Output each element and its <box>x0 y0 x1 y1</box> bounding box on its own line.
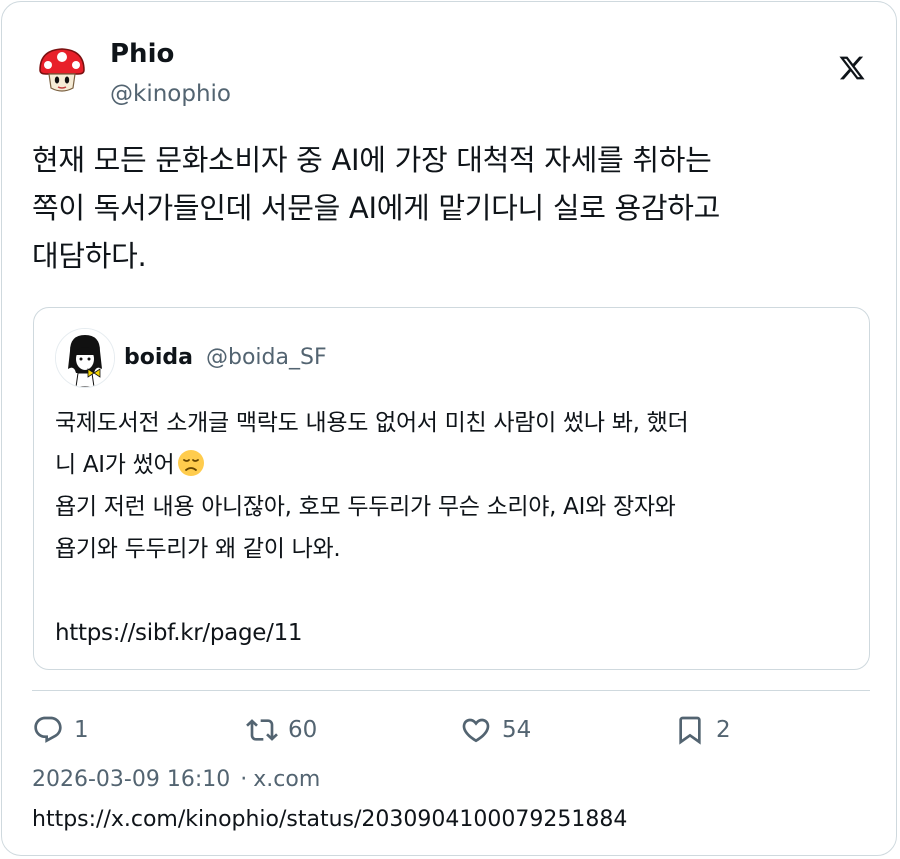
reply-icon <box>34 716 62 743</box>
tweet-text: 현재 모든 문화소비자 중 AI에 가장 대척적 자세를 취하는 쪽이 독서가들… <box>32 136 877 280</box>
timestamp[interactable]: 2026-03-09 16:10 <box>32 767 230 792</box>
reply-button[interactable]: 1 <box>32 710 89 750</box>
like-button[interactable]: 54 <box>460 710 531 750</box>
quote-line: 욥기와 두두리가 왜 같이 나와. <box>55 536 341 562</box>
tweet-card: Phio @kinophio 현재 모든 문화소비자 중 AI에 가장 대척적 … <box>1 1 897 856</box>
divider <box>32 690 870 691</box>
like-count: 54 <box>502 717 532 743</box>
quoted-tweet-text: 국제도서전 소개글 맥락도 내용도 없어서 미친 사람이 썼나 봐, 했더 니 … <box>55 402 855 654</box>
quote-line: 국제도서전 소개글 맥락도 내용도 없어서 미친 사람이 썼나 봐, 했더 <box>55 410 689 436</box>
quoted-author-avatar[interactable] <box>55 328 115 388</box>
quote-line <box>55 570 855 612</box>
quote-line: 니 AI가 썼어 <box>55 444 855 486</box>
tweet-line: 쪽이 독서가들인데 서문을 AI에게 맡기다니 실로 용감하고 <box>32 191 721 225</box>
repost-count: 60 <box>288 717 318 743</box>
disappointed-face-emoji <box>178 450 205 476</box>
quote-line-text: 니 AI가 썼어 <box>55 452 175 478</box>
author-name[interactable]: Phio <box>110 38 174 70</box>
quote-line: 욥기 저런 내용 아니잖아, 호모 두두리가 무슨 소리야, AI와 장자와 <box>55 494 676 520</box>
bookmark-count: 2 <box>716 717 731 743</box>
repost-button[interactable]: 60 <box>246 710 317 750</box>
x-logo-icon[interactable] <box>838 54 866 82</box>
quoted-tweet[interactable]: boida @boida_SF 국제도서전 소개글 맥락도 내용도 없어서 미친… <box>33 307 870 670</box>
tweet-line: 대담하다. <box>32 239 147 273</box>
tweet-line: 현재 모든 문화소비자 중 AI에 가장 대척적 자세를 취하는 <box>32 143 712 177</box>
heart-icon <box>462 718 490 743</box>
reply-count: 1 <box>74 717 89 743</box>
tweet-url[interactable]: https://x.com/kinophio/status/2030904100… <box>32 804 627 836</box>
quote-link[interactable]: https://sibf.kr/page/11 <box>55 612 855 654</box>
author-avatar[interactable] <box>32 40 92 100</box>
bookmark-icon <box>679 716 701 745</box>
repost-icon <box>246 719 278 741</box>
quoted-author-name[interactable]: boida <box>124 344 193 372</box>
quoted-author-handle[interactable]: @boida_SF <box>206 344 327 372</box>
girl-with-ribbon-avatar-icon <box>56 329 114 387</box>
source-link[interactable]: x.com <box>253 767 320 792</box>
bookmark-button[interactable]: 2 <box>674 710 731 750</box>
mushroom-avatar-icon <box>32 40 92 100</box>
meta-separator: · <box>240 767 248 792</box>
author-handle[interactable]: @kinophio <box>110 79 231 109</box>
tweet-meta: 2026-03-09 16:10 · x.com <box>32 764 320 796</box>
